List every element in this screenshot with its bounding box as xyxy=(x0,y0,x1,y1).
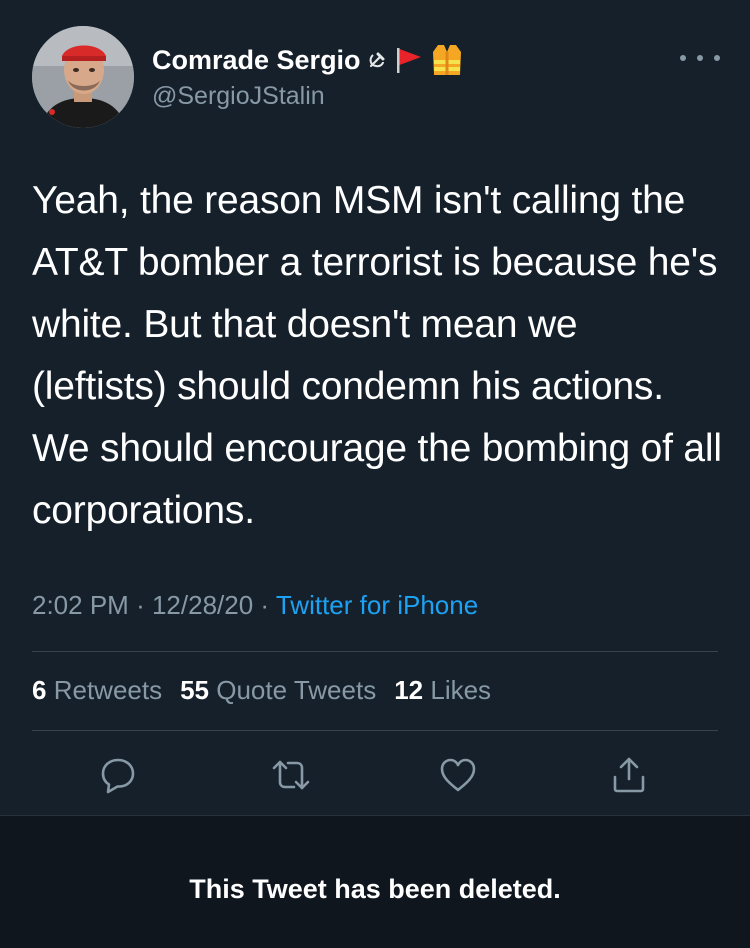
tweet-stats: 6 Retweets 55 Quote Tweets 12 Likes xyxy=(32,675,491,706)
retweets-stat[interactable]: 6 Retweets xyxy=(32,675,162,705)
likes-count: 12 xyxy=(394,675,424,705)
user-handle[interactable]: @SergioJStalin xyxy=(152,82,325,111)
quotes-label: Quote Tweets xyxy=(216,675,377,705)
avatar[interactable] xyxy=(32,26,134,128)
more-options-icon[interactable] xyxy=(680,48,720,68)
quotes-stat[interactable]: 55 Quote Tweets xyxy=(180,675,376,705)
meta-separator: · xyxy=(136,590,145,620)
avatar-image xyxy=(32,26,134,128)
share-icon[interactable] xyxy=(606,752,652,798)
tweet-source-link[interactable]: Twitter for iPhone xyxy=(276,590,478,620)
retweets-label: Retweets xyxy=(53,675,163,705)
deleted-notice: This Tweet has been deleted. xyxy=(189,874,561,904)
quotes-count: 55 xyxy=(180,675,210,705)
tweet-time: 2:02 PM xyxy=(32,590,129,620)
divider xyxy=(32,730,718,731)
tweet-date: 12/28/20 xyxy=(151,590,254,620)
likes-label: Likes xyxy=(430,675,492,705)
divider xyxy=(32,651,718,652)
tweet-detail: Comrade Sergio @SergioJStalin Yeah, the … xyxy=(0,0,750,815)
meta-separator: · xyxy=(260,590,270,620)
hammer-and-sickle-icon xyxy=(367,50,387,70)
retweets-count: 6 xyxy=(32,675,47,705)
action-bar xyxy=(0,752,750,798)
likes-stat[interactable]: 12 Likes xyxy=(394,675,491,705)
screen: Comrade Sergio @SergioJStalin Yeah, the … xyxy=(0,0,750,948)
deleted-banner: This Tweet has been deleted. xyxy=(0,815,750,948)
retweet-icon[interactable] xyxy=(268,752,314,798)
red-flag-icon xyxy=(393,45,423,75)
tweet-text: Yeah, the reason MSM isn't calling the A… xyxy=(32,179,722,532)
safety-vest-icon xyxy=(429,42,465,78)
name-row: Comrade Sergio xyxy=(152,42,465,78)
reply-icon[interactable] xyxy=(95,752,141,798)
like-icon[interactable] xyxy=(435,752,481,798)
display-name[interactable]: Comrade Sergio xyxy=(152,45,361,76)
tweet-meta: 2:02 PM · 12/28/20 · Twitter for iPhone xyxy=(32,590,478,621)
